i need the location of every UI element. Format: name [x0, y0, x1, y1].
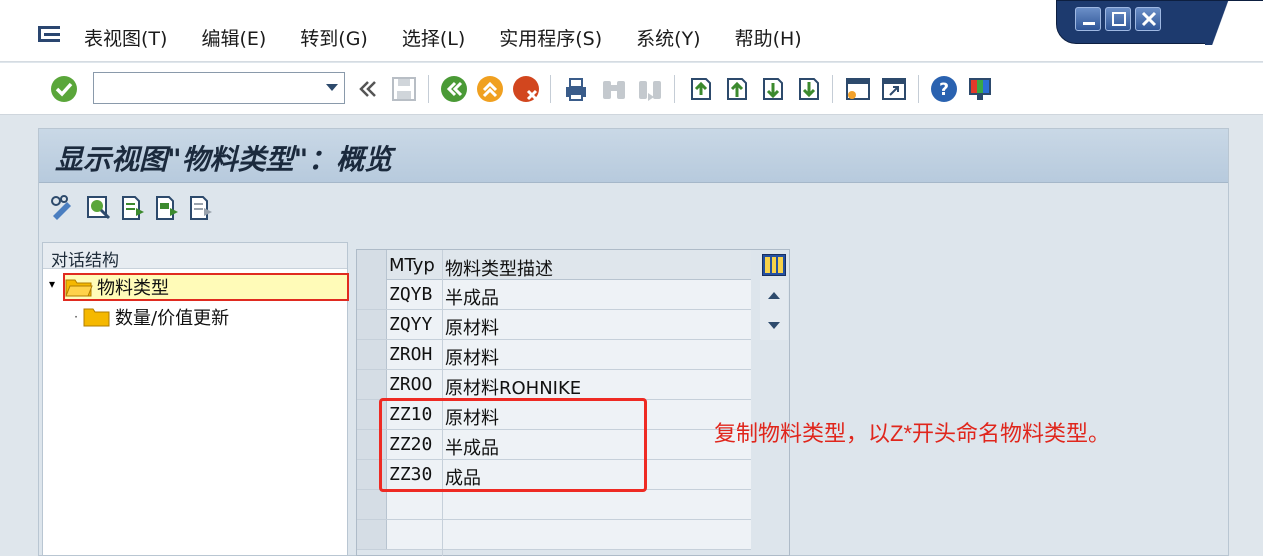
next-page-icon[interactable] [758, 75, 786, 103]
row-selector[interactable] [357, 490, 387, 519]
table-row[interactable]: ZQYY 原材料 [357, 310, 751, 340]
table-row[interactable]: ZROO 原材料ROHNIKE [357, 370, 751, 400]
table-row[interactable]: ZROH 原材料 [357, 340, 751, 370]
folder-icon [83, 308, 110, 327]
cell-description[interactable]: 半成品 [445, 284, 499, 310]
tree-expand-icon[interactable]: ▾ [49, 277, 55, 291]
command-field[interactable] [93, 72, 345, 104]
first-page-icon[interactable] [686, 75, 714, 103]
create-session-icon[interactable] [844, 75, 872, 103]
cell-description[interactable]: 原材料 [445, 344, 499, 370]
tree-node-quantity-value-update[interactable]: · 数量/价值更新 [69, 303, 229, 331]
table-settings-icon[interactable] [762, 254, 786, 276]
row-selector[interactable] [357, 280, 387, 309]
find-icon [603, 81, 625, 99]
help-icon[interactable]: ? [930, 75, 958, 103]
cell-mtyp[interactable]: ZQYB [389, 284, 432, 305]
save-icon [392, 77, 416, 101]
last-page-icon[interactable] [794, 75, 822, 103]
menu-help[interactable]: 帮助(H) [735, 24, 802, 51]
find-next-icon [639, 81, 661, 101]
cell-description[interactable]: 原材料 [445, 314, 499, 340]
menu-bar: 表视图(T) 编辑(E) 转到(G) 选择(L) 实用程序(S) 系统(Y) 帮… [0, 0, 1263, 62]
collapse-arrows-icon[interactable] [354, 75, 382, 103]
table-row[interactable]: ZQYB 半成品 [357, 280, 751, 310]
select-all-rows-button[interactable] [357, 250, 387, 280]
row-selector[interactable] [357, 370, 387, 399]
screen-title: 显示视图"物料类型"：概览 [55, 143, 393, 176]
cancel-icon[interactable] [512, 75, 540, 103]
dialog-structure-tree: 对话结构 物料类型 ▾ · 数量/价值更新 [42, 242, 349, 556]
back-icon[interactable] [440, 75, 468, 103]
menu-system[interactable]: 系统(Y) [636, 24, 700, 51]
tree-bullet-icon: · [74, 310, 78, 324]
deselect-all-icon[interactable] [187, 194, 215, 222]
row-selector[interactable] [357, 520, 387, 549]
menu-goto[interactable]: 转到(G) [300, 24, 368, 51]
cell-mtyp[interactable]: ZQYY [389, 314, 432, 335]
column-header-description[interactable]: 物料类型描述 [445, 255, 553, 281]
minimize-button[interactable] [1075, 7, 1101, 31]
table-header-row: MTyp 物料类型描述 [357, 250, 751, 280]
menu-table-view[interactable]: 表视图(T) [84, 24, 167, 51]
standard-toolbar: ? [0, 63, 1263, 115]
annotation-note: 复制物料类型，以Z*开头命名物料类型。 [714, 421, 1111, 446]
enter-icon[interactable] [50, 75, 78, 103]
folder-open-icon [65, 279, 93, 297]
previous-page-icon[interactable] [722, 75, 750, 103]
customize-layout-icon[interactable] [966, 75, 994, 103]
generate-shortcut-icon[interactable] [880, 75, 908, 103]
display-change-icon[interactable] [49, 194, 77, 222]
cell-mtyp[interactable]: ZROH [389, 344, 432, 365]
row-selector[interactable] [357, 340, 387, 369]
vertical-scrollbar[interactable] [760, 280, 788, 340]
menu-utilities[interactable]: 实用程序(S) [499, 24, 602, 51]
scroll-up-icon[interactable] [768, 292, 780, 299]
exit-icon[interactable] [476, 75, 504, 103]
svg-text:?: ? [939, 80, 949, 100]
tree-header: 对话结构 [43, 243, 347, 271]
table-row[interactable] [357, 490, 751, 520]
cell-mtyp[interactable]: ZROO [389, 374, 432, 395]
print-icon[interactable] [562, 75, 590, 103]
row-selector[interactable] [357, 310, 387, 339]
tree-node-material-types[interactable]: 物料类型 [63, 273, 349, 301]
window-controls [1056, 0, 1263, 45]
details-search-icon[interactable] [85, 194, 113, 222]
select-all-icon[interactable] [119, 194, 147, 222]
annotation-highlight-box [379, 398, 647, 492]
tree-node-label: 物料类型 [97, 278, 169, 299]
menu-selection[interactable]: 选择(L) [402, 24, 465, 51]
scroll-down-icon[interactable] [768, 322, 780, 329]
table-row[interactable] [357, 520, 751, 550]
screen-title-bar: 显示视图"物料类型"：概览 [39, 129, 1228, 183]
column-header-mtyp[interactable]: MTyp [389, 255, 435, 276]
close-window-button[interactable] [1135, 7, 1161, 31]
maximize-button[interactable] [1105, 7, 1131, 31]
command-input[interactable] [94, 73, 314, 103]
cell-description[interactable]: 原材料ROHNIKE [445, 374, 581, 400]
chevron-down-icon[interactable] [326, 84, 338, 91]
menu-icon[interactable] [36, 24, 64, 46]
tree-header-label: 对话结构 [51, 251, 119, 271]
menu-edit[interactable]: 编辑(E) [201, 24, 266, 51]
tree-node-label: 数量/价值更新 [115, 308, 230, 329]
select-block-icon[interactable] [153, 194, 181, 222]
